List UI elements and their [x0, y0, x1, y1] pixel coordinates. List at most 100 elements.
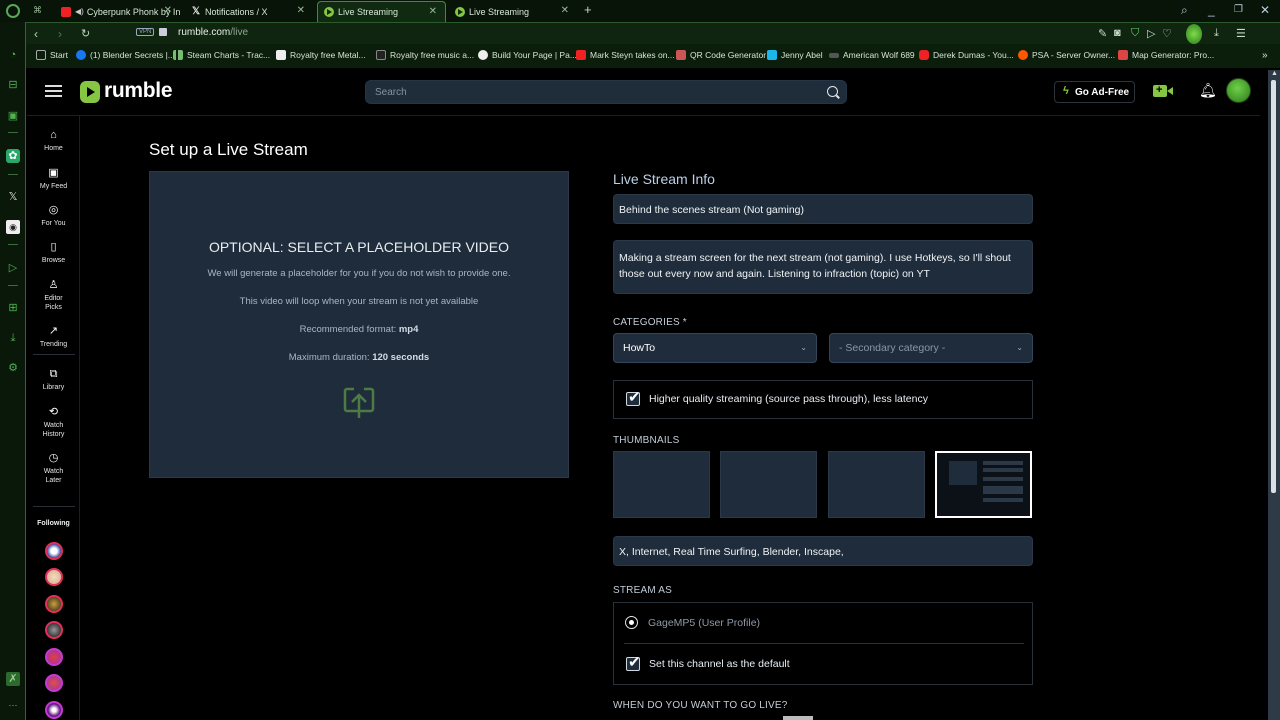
bookmark-royalty-music[interactable]: Royalty free music a...	[376, 50, 474, 60]
following-channel-avatar[interactable]	[45, 595, 63, 613]
camera-icon[interactable]: ◙	[1114, 27, 1121, 39]
close-tab-icon[interactable]: ✕	[429, 6, 437, 17]
stream-as-option-label[interactable]: GageMP5 (User Profile)	[648, 617, 760, 629]
nav-item-library[interactable]: ⧉ Library	[27, 368, 80, 393]
workspaces-icon[interactable]: ⊞	[6, 301, 20, 315]
easy-setup-icon[interactable]: ☰	[1236, 27, 1246, 40]
download-icon[interactable]: ⤓	[1214, 27, 1219, 40]
following-channel-avatar[interactable]	[45, 674, 63, 692]
primary-category-select[interactable]: HowTo ⌄	[613, 333, 817, 363]
following-channel-avatar[interactable]	[45, 542, 63, 560]
close-tab-icon[interactable]: ✕	[297, 5, 305, 16]
bookmark-jenny-abel[interactable]: Jenny Abel	[767, 50, 823, 60]
lock-icon[interactable]	[159, 28, 167, 36]
nav-item-for-you[interactable]: ◎ For You	[27, 204, 80, 229]
nav-item-my-feed[interactable]: ▣ My Feed	[27, 167, 80, 192]
hq-streaming-label[interactable]: Higher quality streaming (source pass th…	[649, 393, 928, 405]
close-tab-icon[interactable]: ✕	[561, 5, 569, 16]
more-icon[interactable]: ···	[6, 698, 20, 712]
user-avatar[interactable]	[1226, 78, 1251, 103]
nav-item-trending[interactable]: ↗ Trending	[27, 325, 80, 350]
following-channel-avatar[interactable]	[45, 648, 63, 666]
default-channel-label[interactable]: Set this channel as the default	[649, 658, 790, 670]
stream-description-textarea[interactable]: Making a stream screen for the next stre…	[613, 240, 1033, 294]
bookmark-steam-charts[interactable]: Steam Charts - Trac...	[173, 50, 270, 60]
hq-streaming-checkbox[interactable]	[626, 388, 641, 406]
bookmark-royalty-metal[interactable]: Royalty free Metal...	[276, 50, 366, 60]
bookmark-psa-server[interactable]: PSA - Server Owner...	[1018, 50, 1115, 60]
tab-youtube[interactable]: ◀) Cyberpunk Phonk by In ✕	[55, 1, 180, 22]
settings-icon[interactable]: ⚙	[6, 361, 20, 375]
go-ad-free-button[interactable]: ϟ Go Ad-Free	[1054, 81, 1135, 103]
send-icon[interactable]: ▷	[6, 261, 20, 275]
chatgpt-icon[interactable]: ✿	[6, 149, 20, 163]
close-tab-icon[interactable]: ✕	[164, 5, 172, 16]
nav-item-watch-later[interactable]: ◷ Watch Later	[27, 452, 80, 485]
thumbnail-option[interactable]	[828, 451, 925, 518]
upload-icon[interactable]	[343, 383, 375, 419]
notifications-bell-icon[interactable]: 🔔︎	[1199, 82, 1217, 99]
nav-item-watch-history[interactable]: ⟲ Watch History	[27, 406, 80, 439]
discord-icon[interactable]: ◉	[6, 220, 20, 234]
default-channel-checkbox[interactable]	[626, 653, 641, 671]
heart-icon[interactable]: ♡	[1162, 27, 1172, 40]
search-input[interactable]: Search	[365, 80, 847, 104]
nav-item-editor-picks[interactable]: ♙ Editor Picks	[27, 279, 80, 312]
bookmark-blender-secrets[interactable]: (1) Blender Secrets |...	[76, 50, 175, 60]
download-icon[interactable]: ⤓	[6, 331, 20, 345]
following-channel-avatar[interactable]	[45, 701, 63, 719]
bookmarks-overflow-button[interactable]: »	[1262, 50, 1268, 61]
edit-icon[interactable]: ✎	[1098, 27, 1107, 40]
forward-button[interactable]: ›	[58, 27, 62, 41]
placeholder-video-dropzone[interactable]: OPTIONAL: SELECT A PLACEHOLDER VIDEO We …	[149, 171, 569, 478]
scroll-up-icon[interactable]: ▲	[1271, 70, 1278, 77]
speed-dial-icon[interactable]: ◔	[6, 48, 20, 62]
opera-logo-icon[interactable]	[6, 4, 20, 18]
secondary-category-select[interactable]: - Secondary category - ⌄	[829, 333, 1033, 363]
profile-avatar[interactable]	[1186, 24, 1202, 44]
following-channel-avatar[interactable]	[45, 568, 63, 586]
vpn-badge[interactable]: VPN	[136, 28, 155, 36]
go-live-camera-icon[interactable]: +	[1153, 84, 1173, 97]
bookmark-build-page[interactable]: Build Your Page | Pa...	[478, 50, 577, 60]
rumble-logo-icon[interactable]	[80, 81, 100, 103]
bookmark-american-wolf[interactable]: American Wolf 689	[829, 50, 915, 60]
tab-live-streaming-active[interactable]: Live Streaming ✕	[317, 1, 446, 22]
search-tabs-icon[interactable]: ⌕	[1181, 3, 1188, 18]
scrollbar-thumb[interactable]	[1271, 80, 1276, 493]
game-controller-icon[interactable]: ⌘	[33, 5, 42, 16]
tab-x-notifications[interactable]: 𝕏 Notifications / X ✕	[185, 1, 313, 22]
thumbnail-option[interactable]	[720, 451, 817, 518]
bookmark-start[interactable]: Start	[36, 50, 68, 60]
x-icon[interactable]: 𝕏	[6, 190, 20, 204]
shield-icon[interactable]: ⛉	[1131, 27, 1139, 40]
thumbnail-option[interactable]	[613, 451, 710, 518]
stream-title-input[interactable]: Behind the scenes stream (Not gaming)	[613, 194, 1033, 224]
search-icon[interactable]	[827, 86, 838, 97]
bookmark-derek-dumas[interactable]: Derek Dumas - You...	[919, 50, 1014, 60]
minimize-button[interactable]: _	[1208, 3, 1215, 17]
send-icon[interactable]: ▷	[1147, 27, 1155, 40]
rumble-logo-text[interactable]: rumble	[104, 79, 173, 103]
reload-button[interactable]: ↻	[81, 27, 90, 40]
menu-icon[interactable]	[45, 85, 62, 87]
bookmark-qr-code[interactable]: QR Code Generator	[676, 50, 766, 60]
schedule-toggle[interactable]	[783, 716, 813, 720]
url-field[interactable]: rumble.com/live	[178, 27, 248, 38]
back-button[interactable]: ‹	[34, 27, 38, 41]
stream-as-radio[interactable]	[625, 616, 638, 629]
bag-icon[interactable]: ⊟	[6, 78, 20, 92]
tab-live-streaming[interactable]: Live Streaming ✕	[449, 1, 577, 22]
new-tab-button[interactable]: +	[584, 2, 592, 17]
nav-item-browse[interactable]: ▯ Browse	[27, 241, 80, 266]
aria-icon[interactable]: ▣	[6, 109, 20, 123]
restore-button[interactable]: ❐	[1234, 4, 1243, 15]
page-scrollbar[interactable]: ▲	[1268, 70, 1280, 720]
following-channel-avatar[interactable]	[45, 621, 63, 639]
bookmark-map-generator[interactable]: Map Generator: Pro...	[1118, 50, 1214, 60]
close-window-button[interactable]: ✕	[1260, 3, 1270, 17]
music-player-icon[interactable]: ✗	[6, 672, 20, 686]
nav-item-home[interactable]: ⌂ Home	[27, 129, 80, 154]
bookmark-mark-steyn[interactable]: Mark Steyn takes on...	[576, 50, 675, 60]
tags-input[interactable]: X, Internet, Real Time Surfing, Blender,…	[613, 536, 1033, 566]
